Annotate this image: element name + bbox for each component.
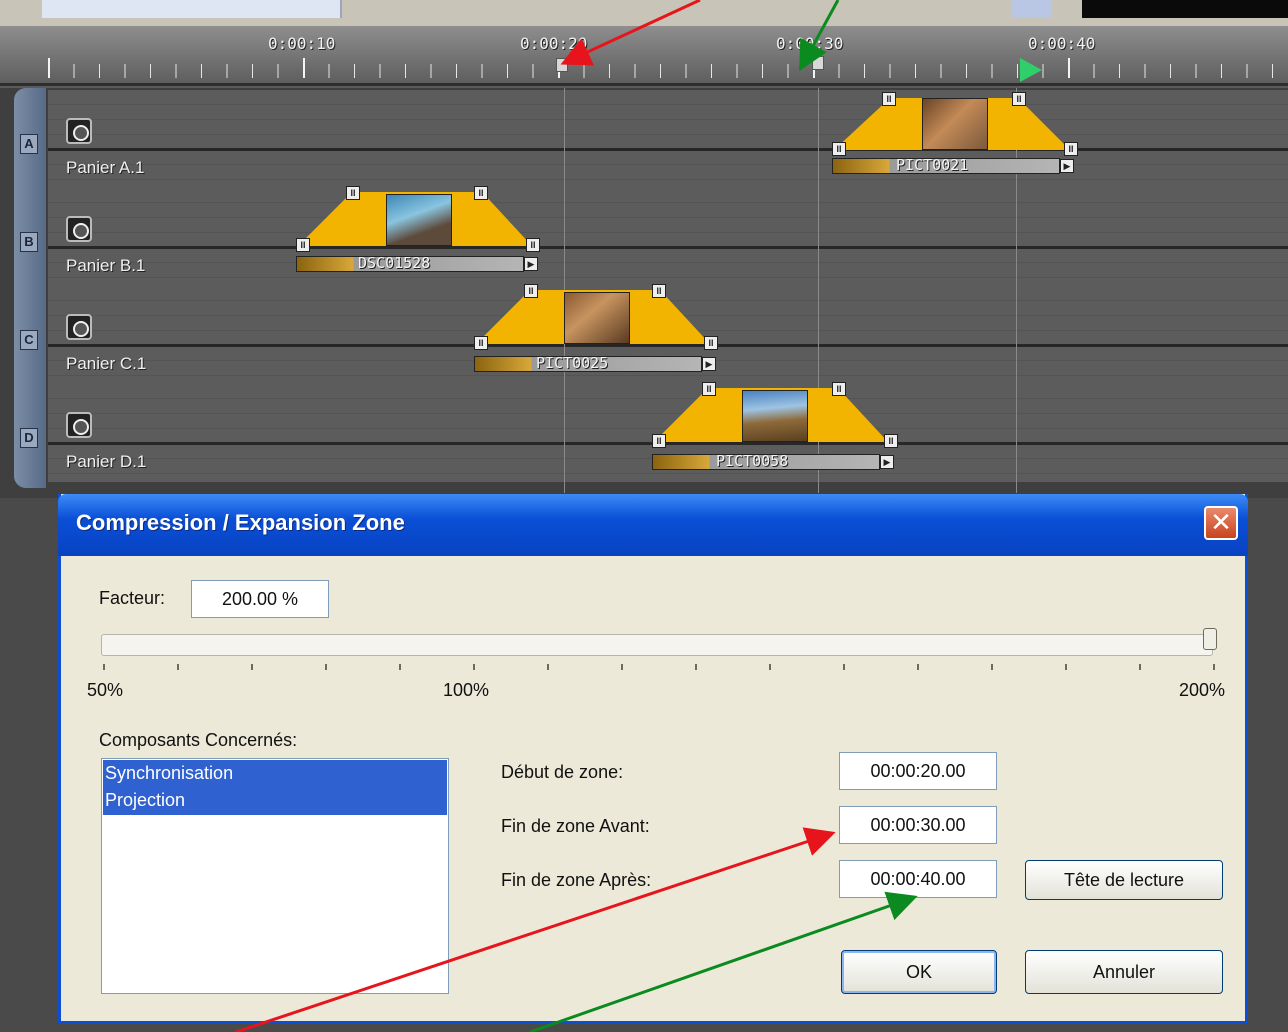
factor-field[interactable]: 200.00 %	[191, 580, 329, 618]
playhead-icon[interactable]	[1020, 58, 1042, 82]
speaker-icon[interactable]	[66, 412, 92, 438]
ruler-label: 0:00:20	[520, 34, 588, 53]
close-button[interactable]: ✕	[1204, 506, 1238, 540]
track-letter[interactable]: B	[20, 232, 38, 252]
clip-end-icon[interactable]: ▶	[524, 257, 538, 271]
components-label: Composants Concernés:	[99, 730, 298, 750]
clip-name: PICT0021	[896, 156, 969, 174]
keyframe-handle[interactable]: II	[832, 142, 846, 156]
preview-monitor	[1082, 0, 1288, 18]
clip-name: PICT0025	[536, 354, 609, 372]
factor-slider[interactable]	[101, 634, 1213, 656]
track-b[interactable]	[48, 188, 1288, 286]
zone-end-before-label: Fin de zone Avant:	[501, 816, 650, 836]
zone-start-marker[interactable]	[556, 58, 568, 72]
keyframe-handle[interactable]: II	[526, 238, 540, 252]
track-name: Panier D.1	[66, 452, 147, 471]
speaker-icon[interactable]	[66, 314, 92, 340]
keyframe-handle[interactable]: II	[702, 382, 716, 396]
dialog-title: Compression / Expansion Zone	[76, 510, 405, 535]
close-icon: ✕	[1210, 507, 1232, 537]
slider-label-mid: 100%	[443, 680, 490, 700]
ok-button[interactable]: OK	[841, 950, 997, 994]
zone-start-label: Début de zone:	[501, 762, 624, 782]
speaker-icon[interactable]	[66, 216, 92, 242]
keyframe-handle[interactable]: II	[474, 336, 488, 350]
components-list[interactable]: Synchronisation Projection	[101, 758, 449, 994]
toolbar-panel	[42, 0, 342, 18]
clip-end-icon[interactable]: ▶	[880, 455, 894, 469]
clip-name: PICT0058	[716, 452, 789, 470]
track-letter[interactable]: A	[20, 134, 38, 154]
clip-name: DSC01528	[358, 254, 431, 272]
slider-label-max: 200%	[1179, 680, 1226, 700]
track-separator	[48, 246, 1288, 249]
zone-end-after-field[interactable]: 00:00:40.00	[839, 860, 997, 898]
keyframe-handle[interactable]: II	[704, 336, 718, 350]
playhead-button[interactable]: Tête de lecture	[1025, 860, 1223, 900]
zone-end-marker[interactable]	[812, 56, 824, 70]
compression-expansion-dialog: Compression / Expansion Zone ✕ Facteur: …	[58, 494, 1248, 1024]
keyframe-handle[interactable]: II	[884, 434, 898, 448]
clip-thumbnail	[742, 390, 808, 442]
app-window: 0:00:10 0:00:20 0:00:30 0:00:40 A B C D …	[0, 0, 1288, 1032]
keyframe-handle[interactable]: II	[1012, 92, 1026, 106]
clip-thumbnail	[386, 194, 452, 246]
keyframe-handle[interactable]: II	[652, 434, 666, 448]
cancel-button[interactable]: Annuler	[1025, 950, 1223, 994]
keyframe-handle[interactable]: II	[296, 238, 310, 252]
toolbar-button[interactable]	[1012, 0, 1052, 18]
track-name: Panier C.1	[66, 354, 147, 373]
ruler-label: 0:00:30	[776, 34, 844, 53]
ruler-baseline	[0, 83, 1288, 86]
track-name: Panier A.1	[66, 158, 145, 177]
zone-end-before-field[interactable]: 00:00:30.00	[839, 806, 997, 844]
keyframe-handle[interactable]: II	[474, 186, 488, 200]
track-a[interactable]	[48, 90, 1288, 188]
track-name: Panier B.1	[66, 256, 146, 275]
zone-end-after-label: Fin de zone Après:	[501, 870, 652, 890]
slider-label-min: 50%	[87, 680, 124, 700]
ruler-major-ticks	[48, 58, 1288, 78]
slider-ticks	[103, 664, 1215, 670]
keyframe-handle[interactable]: II	[1064, 142, 1078, 156]
top-toolbar-strip	[0, 0, 1288, 26]
list-item-synchronisation[interactable]: Synchronisation	[103, 760, 447, 788]
dialog-title-bar[interactable]: Compression / Expansion Zone ✕	[58, 494, 1248, 556]
factor-label: Facteur:	[99, 588, 166, 608]
clip-thumbnail	[922, 98, 988, 150]
factor-slider-thumb[interactable]	[1203, 628, 1217, 650]
clip-end-icon[interactable]: ▶	[1060, 159, 1074, 173]
keyframe-handle[interactable]: II	[524, 284, 538, 298]
zone-start-field[interactable]: 00:00:20.00	[839, 752, 997, 790]
clip-thumbnail	[564, 292, 630, 344]
track-letter[interactable]: D	[20, 428, 38, 448]
speaker-icon[interactable]	[66, 118, 92, 144]
keyframe-handle[interactable]: II	[832, 382, 846, 396]
ruler-label: 0:00:40	[1028, 34, 1096, 53]
keyframe-handle[interactable]: II	[882, 92, 896, 106]
ruler-label: 0:00:10	[268, 34, 336, 53]
keyframe-handle[interactable]: II	[346, 186, 360, 200]
keyframe-handle[interactable]: II	[652, 284, 666, 298]
clip-end-icon[interactable]: ▶	[702, 357, 716, 371]
list-item-projection[interactable]: Projection	[103, 787, 447, 815]
track-separator	[48, 148, 1288, 151]
track-letter[interactable]: C	[20, 330, 38, 350]
